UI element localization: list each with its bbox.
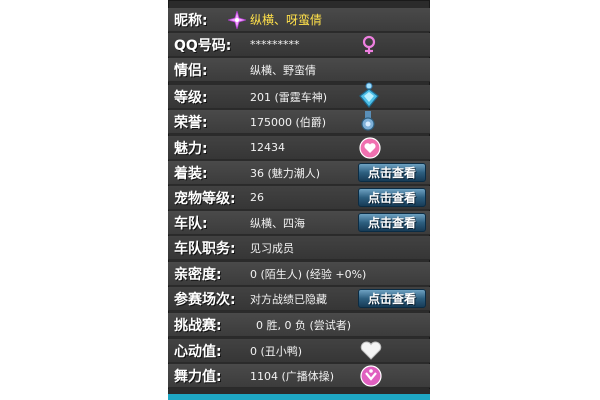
row-heartbeat: 心动值: 0 (丑小鸭) [168,339,430,363]
white-heart-icon [360,341,382,365]
row-dance: 舞力值: 1104 (广播体操) [168,364,430,388]
pet-level-label: 宠物等级: [174,190,236,207]
female-symbol-icon [360,35,378,59]
row-qq: QQ号码: ********* [168,33,430,57]
pet-view-button[interactable]: 点击查看 [358,188,426,207]
team-label: 车队: [174,215,208,232]
outfit-view-button[interactable]: 点击查看 [358,163,426,182]
partner-label: 情侣: [174,62,208,79]
team-role-label: 车队职务: [174,240,236,257]
outfit-label: 着装: [174,165,208,182]
level-label: 等级: [174,89,208,106]
row-partner: 情侣: 纵横、野蛮倩 [168,58,430,82]
race-count-value: 对方战绩已隐藏 [250,292,327,306]
dance-label: 舞力值: [174,368,222,385]
heartbeat-value: 0 (丑小鸭) [250,344,303,358]
race-view-button[interactable]: 点击查看 [358,289,426,308]
heartbeat-label: 心动值: [174,343,222,360]
row-honor: 荣誉: 175000 (伯爵) [168,110,430,134]
nickname-value: 纵横、呀蛮倩 [250,13,323,27]
row-nickname: 昵称: 纵横、呀蛮倩 [168,8,430,32]
medal-icon [359,111,377,137]
row-challenge: 挑战赛: 0 胜, 0 负 (尝试者) [168,313,430,337]
challenge-value: 0 胜, 0 负 (尝试者) [256,318,352,332]
row-pet-level: 宠物等级: 26 点击查看 [168,186,430,210]
row-race-count: 参赛场次: 对方战绩已隐藏 点击查看 [168,287,430,311]
qq-value: ********* [250,38,300,51]
pet-level-value: 26 [250,191,264,204]
bottom-accent-bar [168,394,430,400]
row-charm: 魅力: 12434 [168,136,430,160]
row-team-role: 车队职务: 见习成员 [168,236,430,260]
honor-value: 175000 (伯爵) [250,115,327,129]
honor-label: 荣誉: [174,114,208,131]
challenge-label: 挑战赛: [174,317,222,334]
team-role-value: 见习成员 [250,241,294,255]
outfit-value: 36 (魅力潮人) [250,166,321,180]
row-team: 车队: 纵横、四海 点击查看 [168,211,430,235]
race-count-label: 参赛场次: [174,291,236,308]
charm-label: 魅力: [174,140,208,157]
level-value: 201 (雷霆车神) [250,90,328,104]
partner-value: 纵横、野蛮倩 [250,63,316,77]
sparkle-icon [226,9,248,33]
intimacy-value: 0 (陌生人) (经验 +0%) [250,267,367,281]
dance-value: 1104 (广播体操) [250,369,335,383]
row-level: 等级: 201 (雷霆车神) [168,82,430,109]
team-value: 纵横、四海 [250,216,305,230]
intimacy-label: 亲密度: [174,266,222,283]
dance-badge-icon [360,365,382,391]
player-profile-panel: 昵称: 纵横、呀蛮倩 QQ号码: ********* 情侣: 纵横、野蛮倩 等级… [168,0,430,400]
qq-label: QQ号码: [174,37,232,54]
row-intimacy: 亲密度: 0 (陌生人) (经验 +0%) [168,262,430,286]
team-view-button[interactable]: 点击查看 [358,213,426,232]
charm-value: 12434 [250,141,285,154]
charm-heart-icon [359,137,381,163]
row-outfit: 着装: 36 (魅力潮人) 点击查看 [168,161,430,185]
